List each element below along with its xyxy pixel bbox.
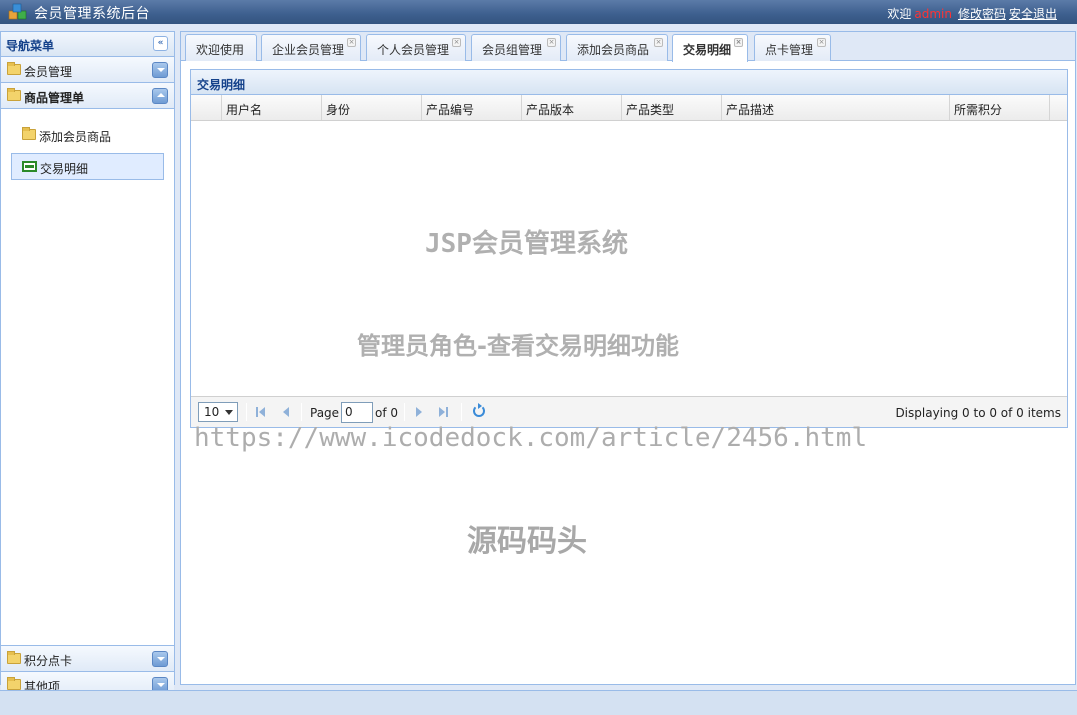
refresh-icon[interactable]	[473, 403, 485, 417]
folder-icon	[7, 88, 21, 101]
column-header[interactable]: 产品类型	[622, 95, 722, 120]
column-header[interactable]: 产品版本	[522, 95, 622, 120]
tab-member-groups[interactable]: 会员组管理 ×	[471, 34, 561, 61]
tab-label: 企业会员管理	[272, 43, 345, 57]
next-page-icon[interactable]	[413, 406, 425, 418]
first-page-icon[interactable]	[255, 406, 267, 418]
tab-card-management[interactable]: 点卡管理 ×	[754, 34, 831, 61]
transaction-grid-panel: 交易明细 用户名 身份 产品编号 产品版本 产品类型 产品描述 所需积分 10 …	[190, 69, 1068, 428]
nav-sidebar: 导航菜单 « 会员管理 商品管理单 添加会员商品 交易明细 积分点卡 其他项	[0, 31, 175, 698]
page-number-input[interactable]: 0	[341, 402, 373, 423]
user-bar: 欢迎 admin 修改密码 安全退出	[887, 5, 1057, 22]
tab-label: 会员组管理	[482, 43, 543, 57]
column-header[interactable]: 所需积分	[950, 95, 1050, 120]
cubes-logo-icon	[8, 3, 27, 20]
tab-label: 交易明细	[683, 43, 732, 57]
accordion-label: 积分点卡	[24, 654, 73, 668]
watermark-subtitle: 管理员角色-查看交易明细功能	[357, 332, 679, 360]
folder-icon	[7, 62, 21, 75]
accordion-points-card[interactable]: 积分点卡	[1, 646, 174, 672]
column-header[interactable]: 身份	[322, 95, 422, 120]
prev-page-icon[interactable]	[280, 406, 292, 418]
column-header[interactable]: 用户名	[222, 95, 322, 120]
logout-link[interactable]: 安全退出	[1009, 7, 1057, 21]
menu-item-label: 交易明细	[40, 162, 89, 176]
last-page-icon[interactable]	[438, 406, 450, 418]
menu-item-add-member-product[interactable]: 添加会员商品	[11, 122, 164, 149]
collapse-icon[interactable]	[152, 88, 168, 104]
accordion-product-management[interactable]: 商品管理单	[1, 83, 174, 109]
close-tab-icon[interactable]: ×	[347, 38, 356, 47]
pager-separator	[246, 403, 247, 421]
pager-info: Displaying 0 to 0 of 0 items	[895, 406, 1061, 420]
page-count-label: of 0	[375, 406, 399, 420]
tab-label: 点卡管理	[765, 43, 814, 57]
watermark-title: JSP会员管理系统	[425, 229, 628, 259]
page-label: Page	[310, 406, 340, 420]
accordion-member-management[interactable]: 会员管理	[1, 57, 174, 83]
app-header: 会员管理系统后台 欢迎 admin 修改密码 安全退出	[0, 0, 1077, 24]
status-footer	[0, 690, 1077, 715]
accordion-label: 会员管理	[24, 65, 73, 79]
tab-personal-members[interactable]: 个人会员管理 ×	[366, 34, 466, 61]
column-header[interactable]: 产品编号	[422, 95, 522, 120]
folder-icon	[7, 651, 21, 664]
sidebar-title: 导航菜单 «	[1, 32, 174, 57]
folder-icon	[22, 127, 36, 140]
tab-enterprise-members[interactable]: 企业会员管理 ×	[261, 34, 361, 61]
change-password-link[interactable]: 修改密码	[958, 7, 1006, 21]
row-number-column	[191, 95, 222, 120]
folder-icon	[7, 677, 21, 690]
sidebar-title-text: 导航菜单	[6, 39, 55, 53]
close-tab-icon[interactable]: ×	[547, 38, 556, 47]
tab-add-member-product[interactable]: 添加会员商品 ×	[566, 34, 668, 61]
close-tab-icon[interactable]: ×	[817, 38, 826, 47]
close-tab-icon[interactable]: ×	[654, 38, 663, 47]
tab-label: 个人会员管理	[377, 43, 450, 57]
grid-icon	[22, 161, 37, 172]
tab-label: 添加会员商品	[577, 43, 650, 57]
accordion-label: 商品管理单	[24, 91, 85, 105]
tab-bar: 欢迎使用 企业会员管理 × 个人会员管理 × 会员组管理 × 添加会员商品 × …	[181, 32, 1075, 62]
expand-icon[interactable]	[152, 651, 168, 667]
grid-title: 交易明细	[191, 70, 1067, 95]
watermark-brand: 源码码头	[467, 524, 587, 559]
collapse-sidebar-icon[interactable]: «	[153, 36, 168, 51]
expand-icon[interactable]	[152, 62, 168, 78]
close-tab-icon[interactable]: ×	[452, 38, 461, 47]
accordion-body-product: 添加会员商品 交易明细	[1, 109, 174, 646]
grid-header: 用户名 身份 产品编号 产品版本 产品类型 产品描述 所需积分	[191, 95, 1067, 121]
username: admin	[914, 7, 952, 21]
menu-item-label: 添加会员商品	[39, 130, 112, 144]
menu-item-transaction-details[interactable]: 交易明细	[11, 153, 164, 180]
pager-separator	[404, 403, 405, 421]
tab-welcome[interactable]: 欢迎使用	[185, 34, 257, 61]
page-size-select[interactable]: 10	[198, 402, 238, 422]
watermark-url: https://www.icodedock.com/article/2456.h…	[194, 423, 868, 453]
column-header[interactable]: 产品描述	[722, 95, 950, 120]
pager-separator	[301, 403, 302, 421]
tab-label: 欢迎使用	[196, 43, 245, 57]
pager-separator	[461, 403, 462, 421]
app-title: 会员管理系统后台	[34, 6, 150, 22]
close-tab-icon[interactable]: ×	[734, 38, 743, 47]
tab-transaction-details[interactable]: 交易明细 ×	[672, 34, 748, 62]
welcome-text: 欢迎	[887, 7, 912, 21]
